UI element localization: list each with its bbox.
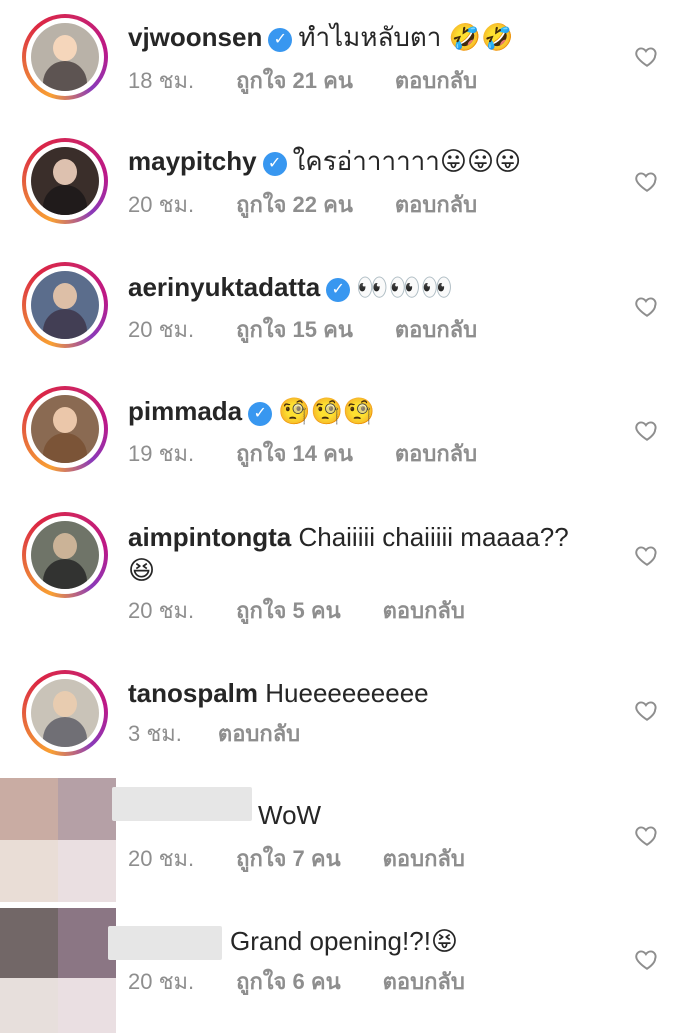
username[interactable]: aimpintongta xyxy=(128,522,291,552)
likes-count[interactable]: ถูกใจ 14 คน xyxy=(236,441,353,466)
comment-time: 20 ชม. xyxy=(128,192,195,217)
comment-text: 👀👀👀 xyxy=(356,272,454,302)
reply-button[interactable]: ตอบกลับ xyxy=(395,317,477,342)
comment-text: Hueeeeeeeee xyxy=(265,678,429,708)
comment-text: Grand opening!?!😝 xyxy=(230,926,459,956)
verified-badge-icon: ✓ xyxy=(268,28,293,52)
reply-button[interactable]: ตอบกลับ xyxy=(395,192,477,217)
comment-time: 20 ชม. xyxy=(128,846,195,871)
comment-text: ใครอ่าาาาาา😛😛😛 xyxy=(292,146,522,176)
comment-time: 19 ชม. xyxy=(128,441,195,466)
heart-outline-icon[interactable] xyxy=(634,697,660,723)
heart-outline-icon[interactable] xyxy=(634,542,660,568)
comment-text: 🧐🧐🧐 xyxy=(278,396,376,426)
username[interactable]: tanospalm xyxy=(128,678,258,708)
verified-badge-icon: ✓ xyxy=(262,152,287,176)
avatar[interactable] xyxy=(22,386,108,472)
verified-badge-icon: ✓ xyxy=(248,402,273,426)
username[interactable]: aerinyuktadatta xyxy=(128,272,320,302)
comment-time: 3 ชม. xyxy=(128,721,182,746)
likes-count[interactable]: ถูกใจ 5 คน xyxy=(236,598,341,623)
likes-count[interactable]: ถูกใจ 21 คน xyxy=(236,68,353,93)
comment-text-emoji: 😆 xyxy=(128,555,156,585)
verified-badge-icon: ✓ xyxy=(326,278,351,302)
avatar[interactable] xyxy=(22,512,108,598)
comment-time: 20 ชม. xyxy=(128,969,195,994)
likes-count[interactable]: ถูกใจ 22 คน xyxy=(236,192,353,217)
username[interactable]: pimmada xyxy=(128,396,242,426)
heart-outline-icon[interactable] xyxy=(634,946,660,972)
blurred-avatar xyxy=(0,778,116,902)
likes-count[interactable]: ถูกใจ 6 คน xyxy=(236,969,341,994)
blurred-avatar xyxy=(0,908,116,1033)
heart-outline-icon[interactable] xyxy=(634,168,660,194)
heart-outline-icon[interactable] xyxy=(634,822,660,848)
comment-text: Chaiiiii chaiiiii maaaa?? xyxy=(298,522,569,552)
reply-button[interactable]: ตอบกลับ xyxy=(383,846,465,871)
reply-button[interactable]: ตอบกลับ xyxy=(218,721,300,746)
redacted-username xyxy=(112,787,252,821)
heart-outline-icon[interactable] xyxy=(634,293,660,319)
comment-time: 18 ชม. xyxy=(128,68,195,93)
avatar[interactable] xyxy=(22,14,108,100)
username[interactable]: vjwoonsen xyxy=(128,22,262,52)
avatar[interactable] xyxy=(22,138,108,224)
avatar[interactable] xyxy=(22,262,108,348)
heart-outline-icon[interactable] xyxy=(634,43,660,69)
reply-button[interactable]: ตอบกลับ xyxy=(383,598,465,623)
avatar[interactable] xyxy=(22,670,108,756)
username[interactable]: maypitchy xyxy=(128,146,257,176)
reply-button[interactable]: ตอบกลับ xyxy=(395,68,477,93)
reply-button[interactable]: ตอบกลับ xyxy=(383,969,465,994)
comment-time: 20 ชม. xyxy=(128,317,195,342)
heart-outline-icon[interactable] xyxy=(634,417,660,443)
reply-button[interactable]: ตอบกลับ xyxy=(395,441,477,466)
comment-text: ทำไมหลับตา 🤣🤣 xyxy=(298,22,514,52)
redacted-username xyxy=(108,926,222,960)
comment-text: WoW xyxy=(258,800,322,830)
likes-count[interactable]: ถูกใจ 15 คน xyxy=(236,317,353,342)
comment-time: 20 ชม. xyxy=(128,598,195,623)
likes-count[interactable]: ถูกใจ 7 คน xyxy=(236,846,341,871)
